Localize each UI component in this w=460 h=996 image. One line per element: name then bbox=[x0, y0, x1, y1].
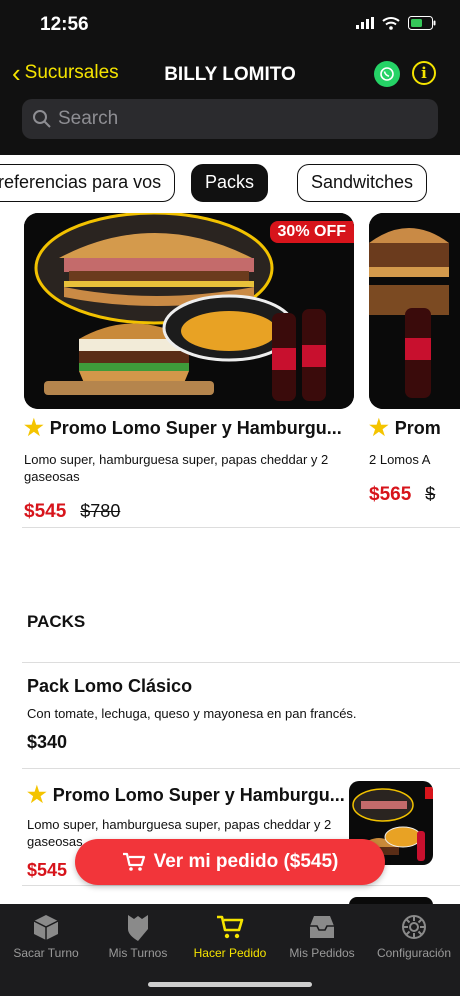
tab-mis-turnos[interactable]: Mis Turnos bbox=[92, 912, 184, 960]
divider bbox=[22, 527, 460, 528]
featured-image bbox=[369, 213, 460, 409]
divider bbox=[22, 662, 460, 663]
featured-old-price: $ bbox=[425, 484, 436, 504]
status-icons bbox=[356, 16, 436, 30]
whatsapp-icon[interactable] bbox=[374, 61, 400, 87]
featured-prices: $565 $ bbox=[369, 484, 460, 506]
featured-price: $545 bbox=[24, 501, 67, 522]
star-icon: ★ bbox=[24, 415, 44, 440]
tab-sacar-turno[interactable]: Sacar Turno bbox=[0, 912, 92, 960]
star-icon: ★ bbox=[27, 782, 47, 807]
tab-hacer-pedido[interactable]: Hacer Pedido bbox=[184, 912, 276, 960]
item-name: ★ Promo Lomo Super y Hamburgu... bbox=[27, 782, 345, 807]
divider bbox=[22, 885, 460, 886]
search-icon bbox=[33, 110, 51, 128]
category-preferencias[interactable]: Preferencias para vos bbox=[0, 164, 176, 202]
category-sandwitches[interactable]: Sandwitches bbox=[297, 164, 428, 202]
category-packs[interactable]: Packs bbox=[191, 164, 269, 202]
featured-card[interactable]: ★ Prom 2 Lomos A $565 $ bbox=[369, 213, 460, 506]
wifi-icon bbox=[382, 17, 400, 30]
battery-icon bbox=[408, 16, 436, 30]
signal-icon bbox=[356, 17, 374, 29]
box-icon bbox=[33, 915, 59, 940]
item-name: Pack Lomo Clásico bbox=[27, 676, 193, 696]
list-item[interactable]: Pack Lomo Clásico Con tomate, lechuga, q… bbox=[27, 676, 433, 753]
status-time: 12:56 bbox=[40, 14, 89, 35]
status-bar: 12:56 bbox=[0, 0, 460, 50]
gear-icon bbox=[402, 915, 426, 939]
featured-carousel: 30% OFF ★ Promo Lomo Super y Hamburgu...… bbox=[0, 213, 460, 523]
discount-badge: 30% OFF bbox=[269, 221, 354, 243]
item-price: $340 bbox=[27, 732, 68, 752]
featured-name: ★ Prom bbox=[369, 415, 441, 440]
featured-description: 2 Lomos A bbox=[369, 452, 431, 467]
featured-description: Lomo super, hamburguesa super, papas che… bbox=[24, 452, 329, 484]
cart-icon bbox=[122, 852, 145, 871]
view-order-label: Ver mi pedido ($545) bbox=[153, 851, 339, 872]
featured-old-price: $780 bbox=[80, 501, 121, 521]
item-description: Con tomate, lechuga, queso y mayonesa en… bbox=[27, 706, 357, 721]
category-tabs: Preferencias para vos Packs Sandwitches bbox=[0, 164, 460, 204]
shield-icon bbox=[128, 915, 148, 941]
section-title: PACKS bbox=[27, 612, 86, 631]
inbox-icon bbox=[310, 916, 334, 938]
view-order-button[interactable]: Ver mi pedido ($545) bbox=[75, 839, 385, 885]
featured-image: 30% OFF bbox=[24, 213, 354, 409]
star-icon: ★ bbox=[369, 415, 389, 440]
app-header: ‹ Sucursales BILLY LOMITO i Search bbox=[0, 50, 460, 155]
featured-card[interactable]: 30% OFF ★ Promo Lomo Super y Hamburgu...… bbox=[24, 213, 354, 523]
featured-price: $565 bbox=[369, 484, 412, 505]
search-placeholder: Search bbox=[58, 108, 119, 129]
tab-configuracion[interactable]: Configuración bbox=[368, 912, 460, 960]
tab-mis-pedidos[interactable]: Mis Pedidos bbox=[276, 912, 368, 960]
divider bbox=[22, 768, 460, 769]
search-input[interactable]: Search bbox=[22, 99, 438, 139]
info-icon[interactable]: i bbox=[412, 61, 436, 85]
home-indicator bbox=[148, 982, 312, 987]
cart-icon bbox=[217, 915, 244, 939]
featured-name: ★ Promo Lomo Super y Hamburgu... bbox=[24, 415, 342, 440]
featured-prices: $545 $780 bbox=[24, 501, 354, 523]
